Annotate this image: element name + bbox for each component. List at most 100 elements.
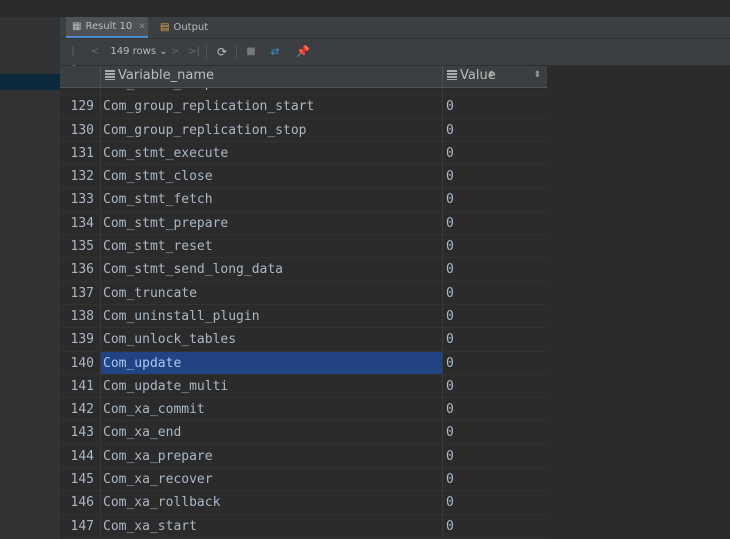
row-number: 145 — [70, 472, 94, 488]
value-cell[interactable]: 0 — [442, 141, 547, 165]
row-number: 136 — [70, 262, 94, 278]
rows-count-dropdown[interactable]: 149 rows ⌄ — [109, 44, 169, 60]
column-grid-icon — [105, 70, 115, 80]
value-cell[interactable]: 0 — [442, 281, 547, 305]
result-grid: Variable_name ⬍ Value ⬍ 128Com_slave_sto… — [60, 66, 547, 539]
variable-name-cell[interactable]: Com_stmt_execute — [100, 141, 442, 164]
table-row[interactable]: 135 Com_stmt_reset 0 — [60, 235, 547, 259]
variable-name-cell[interactable]: Com_xa_commit — [100, 398, 442, 421]
variable-name-cell[interactable]: Com_group_replication_stop — [100, 118, 442, 141]
value-cell[interactable]: 0 — [442, 235, 547, 259]
table-row[interactable]: 130 Com_group_replication_stop 0 — [60, 118, 547, 142]
table-row[interactable]: 145 Com_xa_recover 0 — [60, 468, 547, 492]
row-number: 132 — [70, 169, 94, 185]
variable-name-cell[interactable]: Com_xa_recover — [100, 468, 442, 491]
grid-header: Variable_name ⬍ Value ⬍ — [60, 66, 547, 88]
value-cell[interactable]: 0 — [442, 258, 547, 282]
value-cell[interactable]: 0 — [442, 444, 547, 468]
tab-result-label: Result 10 — [85, 21, 133, 32]
value-cell[interactable]: 0 — [442, 468, 547, 492]
table-row[interactable]: 144 Com_xa_prepare 0 — [60, 444, 547, 469]
pin-icon[interactable]: 📌 — [296, 44, 310, 60]
toolbar-divider — [236, 45, 237, 59]
value-cell[interactable]: 0 — [442, 304, 547, 328]
table-row[interactable]: 147 Com_xa_start 0 — [60, 514, 547, 538]
row-number: 138 — [70, 308, 94, 324]
table-row[interactable]: 139 Com_unlock_tables 0 — [60, 328, 547, 352]
column-header-variable-name[interactable]: Variable_name ⬍ — [100, 66, 501, 87]
refresh-icon[interactable]: ⟳ — [215, 44, 229, 60]
row-number: 142 — [70, 402, 94, 418]
first-page-icon[interactable]: |< — [68, 44, 78, 73]
column-grid-icon — [447, 70, 457, 80]
variable-name-cell[interactable]: Com_stmt_reset — [100, 235, 442, 258]
table-row[interactable]: 140 Com_update 0 — [60, 351, 547, 375]
tab-output[interactable]: ▤ Output — [156, 17, 208, 38]
row-number: 134 — [70, 215, 94, 231]
tab-result[interactable]: ▦ Result 10 ✕ — [66, 17, 148, 38]
variable-name-cell[interactable]: Com_uninstall_plugin — [100, 304, 442, 327]
toolbar: |< < 149 rows ⌄ > >| ⟳ ■ ⇄ 📌 — [60, 39, 730, 73]
prev-page-icon[interactable]: < — [90, 44, 100, 60]
table-row[interactable]: 141 Com_update_multi 0 — [60, 374, 547, 399]
value-cell[interactable]: 0 — [442, 351, 547, 375]
value-cell[interactable]: 0 — [442, 398, 547, 422]
value-cell[interactable]: 0 — [442, 491, 547, 515]
stop-icon[interactable]: ■ — [244, 44, 258, 60]
table-row[interactable]: 129 Com_group_replication_start 0 — [60, 95, 547, 119]
value-cell[interactable]: 0 — [442, 514, 547, 538]
table-row[interactable]: 138 Com_uninstall_plugin 0 — [60, 304, 547, 329]
row-number: 143 — [70, 425, 94, 441]
variable-name-cell[interactable]: Com_stmt_close — [100, 165, 442, 188]
variable-name-cell[interactable]: Com_unlock_tables — [100, 328, 442, 351]
column-header-value[interactable]: Value ⬍ — [442, 66, 547, 87]
value-cell[interactable]: 0 — [442, 374, 547, 398]
variable-name-cell[interactable]: Com_xa_start — [100, 514, 442, 537]
table-row[interactable]: 132 Com_stmt_close 0 — [60, 165, 547, 189]
table-row[interactable]: 131 Com_stmt_execute 0 — [60, 141, 547, 166]
row-number: 144 — [70, 448, 94, 464]
value-cell[interactable]: 0 — [442, 118, 547, 142]
table-row[interactable]: 143 Com_xa_end 0 — [60, 421, 547, 445]
column-header-label: Variable_name — [118, 68, 215, 83]
variable-name-cell[interactable]: Com_stmt_prepare — [100, 211, 442, 234]
variable-name-cell[interactable]: Com_stmt_send_long_data — [100, 258, 442, 281]
row-number: 141 — [70, 378, 94, 394]
variable-name-cell[interactable]: Com_xa_prepare — [100, 444, 442, 467]
sort-icon[interactable]: ⬍ — [533, 66, 541, 85]
table-row[interactable]: 137 Com_truncate 0 — [60, 281, 547, 305]
row-number: 133 — [70, 192, 94, 208]
row-number: 129 — [70, 99, 94, 115]
row-number: 147 — [70, 518, 94, 534]
variable-name-cell[interactable]: Com_update_multi — [100, 374, 442, 397]
variable-name-cell[interactable]: Com_stmt_fetch — [100, 188, 442, 211]
empty-right-pane — [547, 66, 730, 539]
left-panel — [0, 17, 61, 539]
row-number: 130 — [70, 122, 94, 138]
value-cell[interactable]: 0 — [442, 188, 547, 212]
variable-name-cell[interactable]: Com_update — [100, 351, 442, 374]
value-cell[interactable]: 0 — [442, 211, 547, 235]
left-panel-selection[interactable] — [0, 74, 60, 90]
row-number: 140 — [70, 355, 94, 371]
value-cell[interactable]: 0 — [442, 165, 547, 189]
tx-mode-icon[interactable]: ⇄ — [268, 44, 282, 60]
table-row[interactable]: 133 Com_stmt_fetch 0 — [60, 188, 547, 212]
last-page-icon[interactable]: >| — [187, 44, 201, 60]
value-cell[interactable]: 0 — [442, 95, 547, 119]
table-row[interactable]: 134 Com_stmt_prepare 0 — [60, 211, 547, 236]
row-number: 131 — [70, 145, 94, 161]
value-cell[interactable]: 0 — [442, 328, 547, 352]
table-row[interactable]: 136 Com_stmt_send_long_data 0 — [60, 258, 547, 282]
variable-name-cell[interactable]: Com_xa_end — [100, 421, 442, 444]
variable-name-cell[interactable]: Com_truncate — [100, 281, 442, 304]
variable-name-cell[interactable]: Com_xa_rollback — [100, 491, 442, 514]
toolbar-divider — [206, 45, 207, 59]
close-icon[interactable]: ✕ — [138, 22, 146, 32]
table-icon: ▦ — [72, 21, 82, 32]
next-page-icon[interactable]: > — [170, 44, 180, 60]
value-cell[interactable]: 0 — [442, 421, 547, 445]
variable-name-cell[interactable]: Com_group_replication_start — [100, 95, 442, 118]
table-row[interactable]: 146 Com_xa_rollback 0 — [60, 491, 547, 515]
table-row[interactable]: 142 Com_xa_commit 0 — [60, 398, 547, 422]
